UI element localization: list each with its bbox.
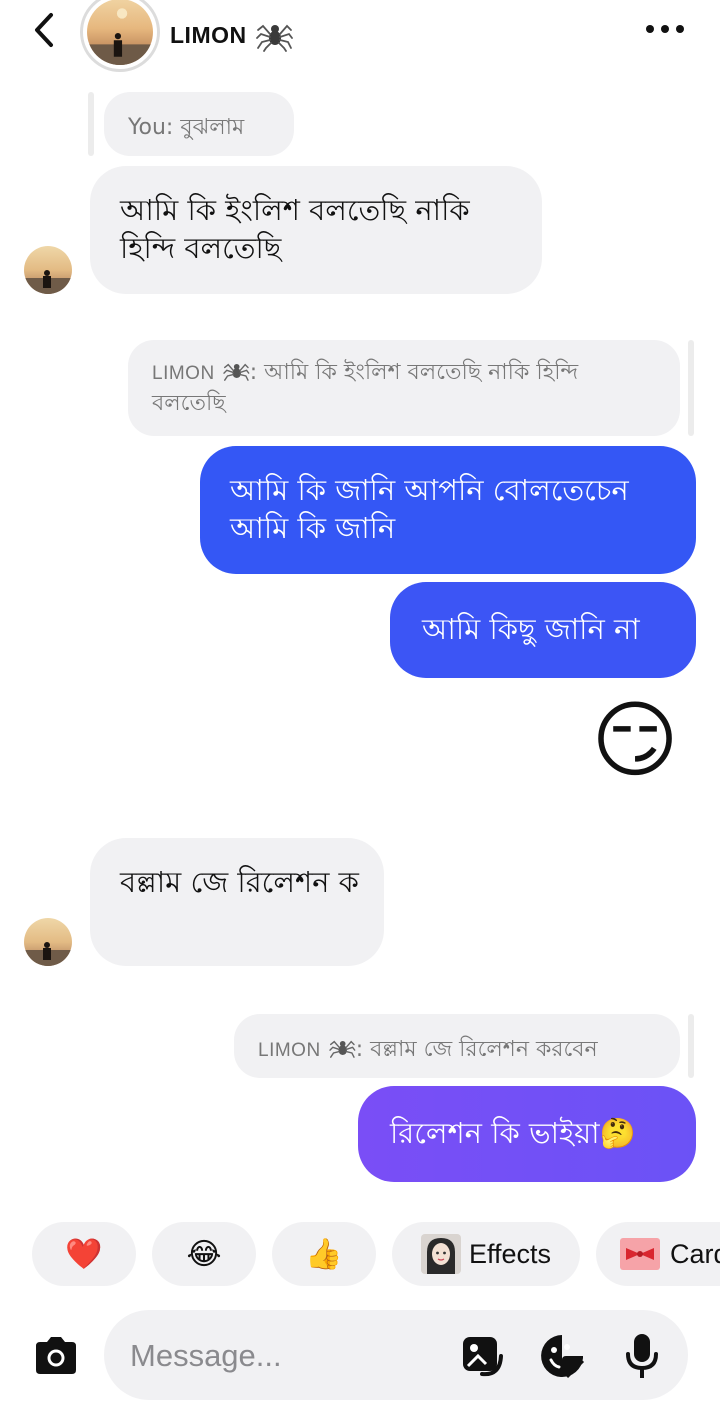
incoming-message[interactable]: আমি কি ইংলিশ বলতেছি নাকি হিন্দি বলতেছি [90, 166, 542, 294]
laughing-tears-icon: 😂 [186, 1236, 222, 1272]
message-text: আমি কি ইংলিশ বলতেছি নাকি হিন্দি বলতেছি [120, 193, 470, 265]
message-input[interactable] [128, 1330, 432, 1382]
voice-button[interactable] [618, 1330, 666, 1382]
microphone-icon [626, 1334, 658, 1378]
incoming-message[interactable]: বল্লাম জে রিলেশন ক [90, 838, 384, 966]
reply-preview[interactable]: LIMON : বল্লাম জে রিলেশন করবেন [234, 1014, 680, 1078]
effects-label: Effects [468, 1238, 552, 1269]
gallery-button[interactable] [458, 1332, 506, 1380]
gallery-sticker-icon [463, 1337, 503, 1377]
laugh-reaction-button[interactable]: 😂 [152, 1222, 256, 1286]
reply-preview-text: : আমি কি ইংলিশ বলতেছি নাকি হিন্দি বলতেছি [152, 360, 579, 416]
heart-reaction-button[interactable]: ❤️ [32, 1222, 136, 1286]
outgoing-message[interactable]: আমি কিছু জানি না [390, 582, 696, 678]
spider-icon [328, 1040, 356, 1058]
card-label: Card [670, 1238, 720, 1269]
chevron-left-icon [35, 13, 53, 47]
outgoing-message[interactable]: আমি কি জানি আপনি বোলতেচেন আমি কি জানি [200, 446, 696, 574]
spider-icon [255, 24, 293, 52]
smirk-emoji-icon: 😏 [591, 691, 679, 789]
avatar-silhouette-icon [24, 270, 72, 294]
sticker-face-icon [541, 1335, 585, 1379]
reply-preview[interactable]: You: বুঝলাম [104, 92, 294, 156]
contact-name[interactable]: LIMON [170, 18, 293, 52]
message-text: বল্লাম জে রিলেশন ক [120, 865, 359, 899]
sender-avatar[interactable] [24, 918, 72, 966]
outgoing-message[interactable]: রিলেশন কি ভাইয়া🤔 [358, 1086, 696, 1182]
message-text: আমি কি জানি আপনি বোলতেচেন আমি কি জানি [230, 473, 629, 545]
message-composer[interactable] [104, 1310, 688, 1400]
contact-name-text: LIMON [170, 21, 247, 48]
thumbs-up-reaction-button[interactable]: 👍 [272, 1222, 376, 1286]
reply-preview[interactable]: LIMON : আমি কি ইংলিশ বলতেছি নাকি হিন্দি … [128, 340, 680, 436]
emoji-message[interactable]: 😏 [580, 688, 690, 792]
reply-quote-bar [688, 340, 694, 436]
avatar-silhouette-icon [87, 8, 153, 65]
more-dots-icon [646, 25, 684, 33]
spider-icon [222, 363, 250, 381]
thumbs-up-icon: 👍 [305, 1236, 343, 1272]
reply-preview-text: You: বুঝলাম [128, 115, 245, 140]
reply-quote-bar [688, 1014, 694, 1078]
reply-quote-bar [88, 92, 94, 156]
sticker-button[interactable] [538, 1332, 586, 1380]
more-options-button[interactable] [640, 14, 690, 44]
card-button[interactable]: Card [596, 1222, 720, 1286]
effects-avatar-icon [420, 1234, 461, 1274]
effects-button[interactable]: Effects [392, 1222, 580, 1286]
reply-sender-name: LIMON [152, 363, 215, 384]
sender-avatar[interactable] [24, 246, 72, 294]
message-text: রিলেশন কি ভাইয়া🤔 [390, 1116, 636, 1150]
reply-preview-text: : বল্লাম জে রিলেশন করবেন [355, 1037, 598, 1062]
heart-icon: ❤️ [65, 1236, 103, 1272]
camera-icon [36, 1337, 76, 1374]
camera-button[interactable] [30, 1330, 82, 1380]
avatar-silhouette-icon [24, 942, 72, 966]
message-text: আমি কিছু জানি না [422, 612, 640, 646]
back-button[interactable] [24, 8, 64, 52]
contact-avatar[interactable] [80, 0, 160, 72]
reply-sender-name: LIMON [258, 1040, 321, 1061]
ribbon-card-icon [620, 1238, 660, 1270]
